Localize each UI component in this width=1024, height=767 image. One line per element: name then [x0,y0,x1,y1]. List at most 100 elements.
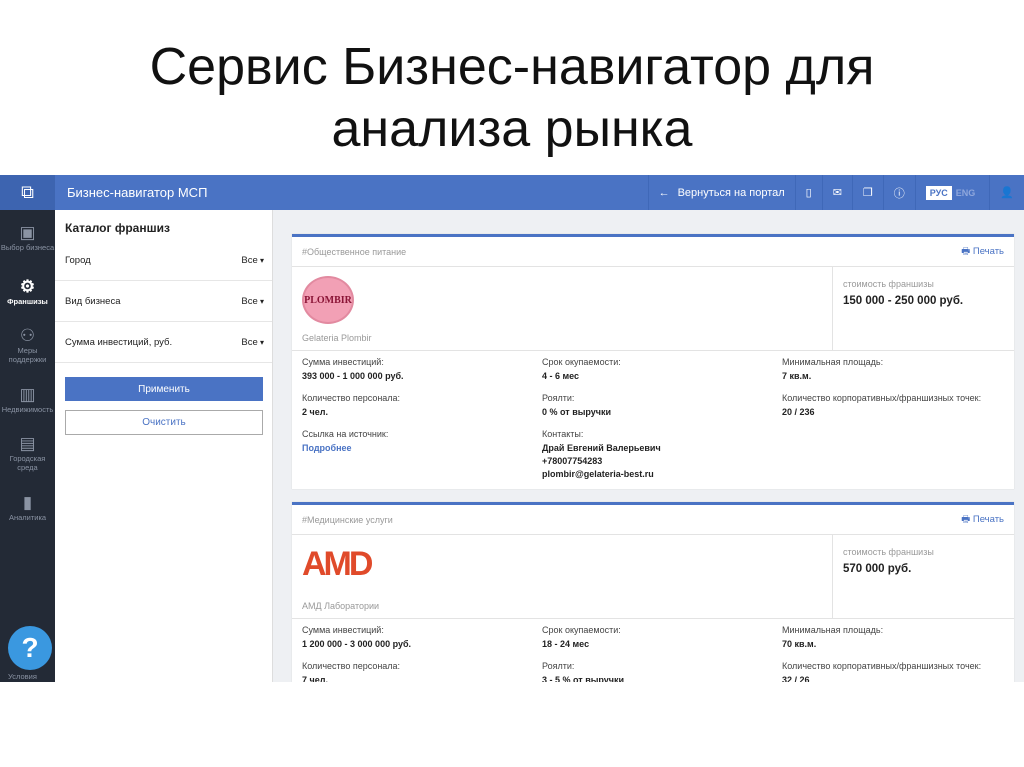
print-button[interactable]: 🖶 Печать [961,244,1004,260]
field-source: Ссылка на источник: Подробнее [302,429,542,481]
cost-label: стоимость франшизы [843,279,934,289]
field-label: Роялти: [542,661,575,671]
field-label: Срок окупаемости: [542,357,621,367]
briefcase-icon: ▣ [19,222,36,242]
field-points: Количество корпоративных/франшизных точе… [782,661,1012,682]
app-window: ⧉ Бизнес-навигатор МСП ← Вернуться на пор… [0,175,1024,682]
help-label: Условия [8,672,37,681]
print-label: Печать [972,245,1004,257]
franchise-name: Gelateria Plombir [302,333,372,343]
people-icon: ⚇ [19,326,36,345]
slide-title-line-1: Сервис Бизнес-навигатор для [149,38,875,96]
field-label: Количество персонала: [302,393,401,403]
field-label: Срок окупаемости: [542,625,621,635]
field-label: Контакты: [542,429,584,439]
user-icon[interactable]: 👤 [989,175,1024,210]
field-label: Минимальная площадь: [782,625,884,635]
sidebar-item-label: Недвижимость [1,404,54,414]
lang-ru-button[interactable]: РУС [925,185,952,200]
contact-phone: +78007754283 [542,456,603,466]
field-value: 3 - 5 % от выручки [542,675,625,682]
field-label: Роялти: [542,393,575,403]
franchise-logo: AMD [302,545,373,583]
category-tag: #Медицинские услуги [302,514,393,525]
field-royalty: Роялти: 0 % от выручки [542,393,782,419]
franchise-name: АМД Лаборатории [302,601,380,611]
sidebar-item-franchises[interactable]: ⚙ Франшизы [0,264,55,318]
source-link[interactable]: Подробнее [302,442,542,455]
filter-dropdown[interactable]: Все [241,337,264,348]
field-value: 7 чел. [302,675,328,682]
field-value: 0 % от выручки [542,407,612,417]
filter-title: Каталог франшиз [65,221,170,235]
clear-button[interactable]: Очистить [65,410,263,435]
filter-panel: Каталог франшиз ГородВсе Вид бизнесаВсе … [55,210,273,682]
sidebar-item-business-choice[interactable]: ▣ Выбор бизнеса [0,210,55,264]
slide-title-line-2: анализа рынка [331,100,693,158]
category-tag: #Общественное питание [302,246,407,257]
back-label: Вернуться на портал [677,186,785,199]
field-payback: Срок окупаемости: 4 - 6 мес [542,357,782,383]
filter-investment[interactable]: Сумма инвестиций, руб. Все [55,322,272,363]
field-value: 4 - 6 мес [542,371,580,381]
app-logo-icon[interactable]: ⧉ [0,175,55,210]
sidebar-item-real-estate[interactable]: ▥ Недвижимость [0,372,55,426]
cost-label: стоимость франшизы [843,547,934,557]
field-investment: Сумма инвестиций: 1 200 000 - 3 000 000 р… [302,625,542,651]
top-bar: ⧉ Бизнес-навигатор МСП ← Вернуться на пор… [0,175,1024,210]
filter-business-type[interactable]: Вид бизнеса Все [55,281,272,322]
back-to-portal-link[interactable]: ← Вернуться на портал [647,175,795,210]
field-value: 70 кв.м. [782,639,817,649]
sidebar-item-label: Аналитика [8,512,47,522]
field-contacts: Контакты: Драй Евгений Валерьевич +7800775… [542,429,782,481]
language-switch: РУС ENG [914,175,990,210]
field-value: 20 / 236 [782,407,815,417]
mail-icon[interactable]: ✉ [821,175,852,210]
filter-label: Сумма инвестиций, руб. [65,336,173,348]
print-button[interactable]: 🖶 Печать [961,512,1004,528]
filter-dropdown[interactable]: Все [241,296,264,307]
field-payback: Срок окупаемости: 18 - 24 мес [542,625,782,651]
printer-icon: 🖶 [961,513,973,525]
franchise-card: #Медицинские услуги 🖶 Печать AMD АМД Лабор… [292,502,1014,682]
info-icon[interactable]: ⓘ [882,175,915,210]
filter-dropdown[interactable]: Все [241,255,264,266]
cost-value: 150 000 - 250 000 руб. [843,295,964,307]
filter-label: Город [65,254,91,266]
field-investment: Сумма инвестиций: 393 000 - 1 000 000 руб… [302,357,542,383]
filter-label: Вид бизнеса [65,295,121,307]
chat-icon[interactable]: ❐ [851,175,883,210]
field-value: 1 200 000 - 3 000 000 руб. [302,639,412,649]
field-label: Сумма инвестиций: [302,357,384,367]
sidebar-item-label: Франшизы [7,296,48,306]
sidebar-item-label: Городская среда [9,454,46,472]
field-value: 2 чел. [302,407,328,417]
lang-en-button[interactable]: ENG [952,186,980,200]
contact-name: Драй Евгений Валерьевич [542,443,661,453]
printer-icon: 🖶 [961,245,973,257]
sidebar-item-city[interactable]: ▤ Городская среда [0,426,55,480]
chart-icon: ▮ [22,492,33,512]
field-staff: Количество персонала: 7 чел. [302,661,542,682]
arrow-left-icon: ← [658,186,670,199]
building-icon: ▥ [19,384,36,404]
sidebar-item-label: Выбор бизнеса [0,242,55,252]
field-value: 7 кв.м. [782,371,812,381]
app-name: Бизнес-навигатор МСП [67,185,208,200]
sidebar-item-analytics[interactable]: ▮ Аналитика [0,480,55,534]
mobile-icon[interactable]: ▯ [794,175,822,210]
field-min-area: Минимальная площадь: 7 кв.м. [782,357,1012,383]
sidebar-item-label: Меры поддержки [8,346,47,364]
field-value: 393 000 - 1 000 000 руб. [302,371,404,381]
slide-title: Сервис Бизнес-навигатор для анализа рынк… [0,36,1024,160]
sidebar-item-support[interactable]: ⚇ Меры поддержки [0,318,55,372]
apply-button[interactable]: Применить [65,377,263,401]
help-button[interactable]: ? [8,626,52,670]
contact-email: plombir@gelateria-best.ru [542,469,654,479]
filter-city[interactable]: Город Все [55,240,272,281]
field-label: Количество корпоративных/франшизных точе… [782,393,982,403]
print-label: Печать [972,513,1004,525]
field-label: Ссылка на источник: [302,429,389,439]
field-staff: Количество персонала: 2 чел. [302,393,542,419]
sidebar: ▣ Выбор бизнеса ⚙ Франшизы ⚇ Меры поддержки… [0,210,55,682]
